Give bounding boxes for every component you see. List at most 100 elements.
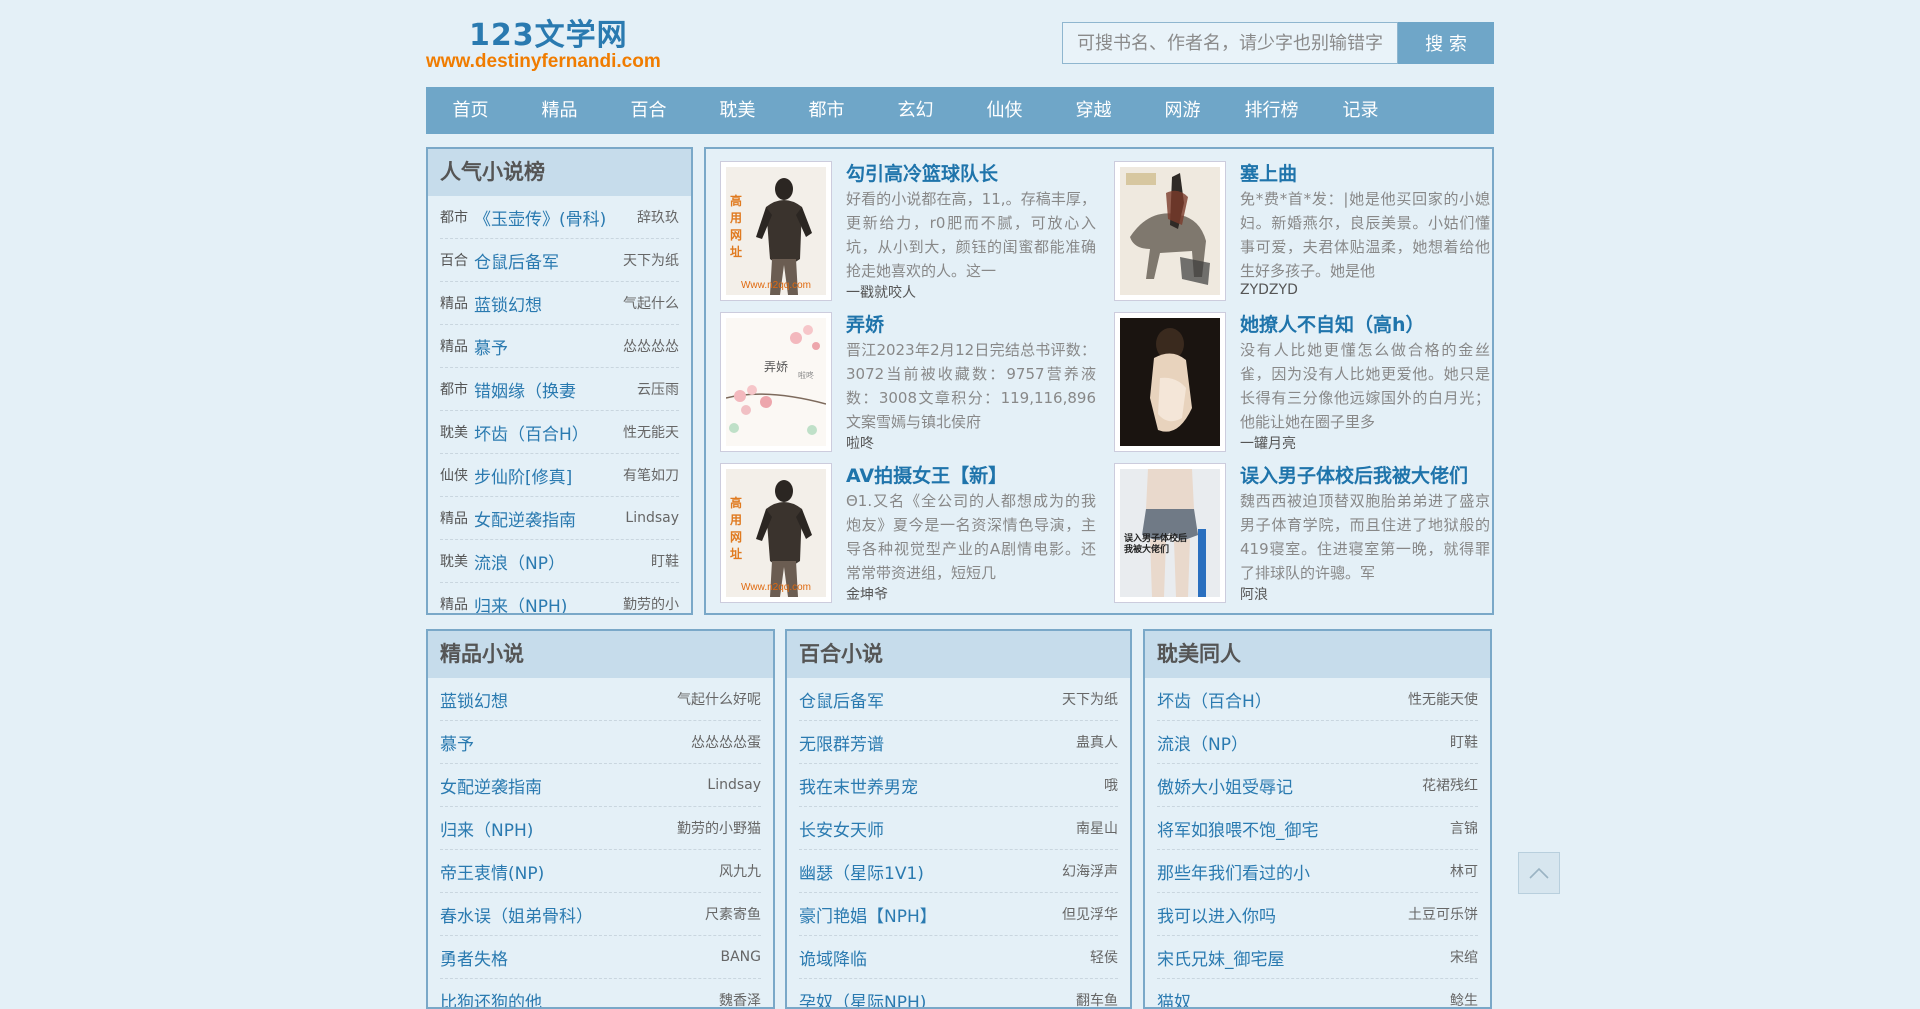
book-description: 好看的小说都在高，11,。存稿丰厚，更新给力，r0肥而不腻，可放心入坑，从小到大…	[846, 187, 1096, 283]
featured-book: 误入男子体校后我被大佬们误入男子体校后我被大佬们魏西西被迫顶替双胞胎弟弟进了盛京…	[1114, 463, 1490, 601]
book-title-link[interactable]: 勇者失格	[440, 945, 508, 970]
author-name: ZYDZYD	[1240, 282, 1298, 298]
book-title-link[interactable]: 她撩人不自知（高h）	[1240, 310, 1425, 337]
book-title-link[interactable]: 宋氏兄妹_御宅屋	[1157, 945, 1285, 970]
column-title: 耽美同人	[1145, 631, 1490, 678]
search-input[interactable]	[1062, 22, 1398, 64]
list-item: 孕奴（星际NPH)翻车鱼	[799, 979, 1118, 1009]
book-title-link[interactable]: 错姻缘（换妻	[474, 377, 576, 402]
book-title-link[interactable]: 女配逆袭指南	[474, 506, 576, 531]
book-title-link[interactable]: 慕予	[440, 730, 474, 755]
search-button[interactable]: 搜 索	[1398, 22, 1494, 64]
nav-item-xianxia[interactable]: 仙侠	[960, 87, 1049, 134]
book-title-link[interactable]: 步仙阶[修真]	[474, 463, 572, 488]
list-item: 春水误（姐弟骨科） 尺素寄鱼	[440, 893, 761, 936]
cover-title-text: 弄娇	[764, 358, 788, 375]
author-name: 林可	[1446, 861, 1478, 881]
site-logo-title[interactable]: 123文学网	[469, 10, 628, 54]
nav-item-home[interactable]: 首页	[426, 87, 515, 134]
book-title-link[interactable]: 慕予	[474, 334, 508, 359]
book-title-link[interactable]: 孕奴（星际NPH)	[799, 988, 926, 1009]
list-item: 耽美坏齿（百合H）性无能天	[440, 411, 679, 454]
book-title-link[interactable]: 仓鼠后备军	[799, 687, 884, 712]
author-name: 一罐月亮	[1240, 433, 1296, 453]
book-cover-image[interactable]: 误入男子体校后我被大佬们	[1114, 463, 1226, 603]
book-title-link[interactable]: 将军如狼喂不饱_御宅	[1157, 816, 1319, 841]
nav-item-baihe[interactable]: 百合	[604, 87, 693, 134]
list-item: 精品归来（NPH)勤劳的小	[440, 583, 679, 615]
book-title-link[interactable]: 流浪（NP）	[1157, 730, 1248, 755]
nav-item-chuanyue[interactable]: 穿越	[1049, 87, 1138, 134]
book-title-link[interactable]: 我在末世养男宠	[799, 773, 918, 798]
search-bar: 搜 索	[1062, 22, 1494, 64]
category-label: 仙侠	[440, 465, 468, 485]
chevron-up-icon	[1528, 866, 1550, 880]
book-title-link[interactable]: 无限群芳谱	[799, 730, 884, 755]
nav-item-history[interactable]: 记录	[1316, 87, 1405, 134]
nav-item-wangyou[interactable]: 网游	[1138, 87, 1227, 134]
main-nav: 首页 精品 百合 耽美 都市 玄幻 仙侠 穿越 网游 排行榜 记录	[426, 87, 1494, 134]
list-item: 仙侠步仙阶[修真]有笔如刀	[440, 454, 679, 497]
book-title-link[interactable]: 豪门艳娼【NPH】	[799, 902, 937, 927]
book-title-link[interactable]: 坏齿（百合H）	[474, 420, 589, 445]
book-cover-image[interactable]: 弄娇 啦咚	[720, 312, 832, 452]
book-title-link[interactable]: 塞上曲	[1240, 159, 1297, 186]
book-cover-image[interactable]: 高用网址 Www.n2qq.com	[720, 161, 832, 301]
list-item: 诡域降临轻侯	[799, 936, 1118, 979]
book-title-link[interactable]: 流浪（NP）	[474, 549, 565, 574]
author-name: 南星山	[1072, 818, 1118, 838]
column-baihe: 百合小说 仓鼠后备军天下为纸无限群芳谱蛊真人我在末世养男宠哦长安女天师南星山幽瑟…	[785, 629, 1132, 1009]
book-title-link[interactable]: 傲娇大小姐受辱记	[1157, 773, 1293, 798]
nav-item-jingpin[interactable]: 精品	[515, 87, 604, 134]
book-title-link[interactable]: 坏齿（百合H）	[1157, 687, 1272, 712]
book-title-link[interactable]: 幽瑟（星际1V1)	[799, 859, 924, 884]
book-title-link[interactable]: 弄娇	[846, 310, 884, 337]
book-title-link[interactable]: 归来（NPH)	[440, 816, 533, 841]
list-item: 耽美流浪（NP）盯鞋	[440, 540, 679, 583]
popular-title: 人气小说榜	[428, 149, 691, 196]
list-item: 猫奴鲶生	[1157, 979, 1478, 1009]
back-to-top-button[interactable]	[1518, 852, 1560, 894]
nav-item-xuanhuan[interactable]: 玄幻	[871, 87, 960, 134]
book-title-link[interactable]: 比狗还狗的他	[440, 988, 542, 1009]
book-title-link[interactable]: 那些年我们看过的小	[1157, 859, 1310, 884]
author-name: 金坤爷	[846, 584, 888, 604]
list-item: 精品慕予怂怂怂怂	[440, 325, 679, 368]
book-cover-image[interactable]	[1114, 312, 1226, 452]
book-cover-image[interactable]	[1114, 161, 1226, 301]
book-title-link[interactable]: 仓鼠后备军	[474, 248, 559, 273]
list-item: 女配逆袭指南Lindsay	[440, 764, 761, 807]
book-title-link[interactable]: 诡域降临	[799, 945, 867, 970]
book-title-link[interactable]: 误入男子体校后我被大佬们	[1240, 461, 1468, 488]
book-title-link[interactable]: 蓝锁幻想	[474, 291, 542, 316]
category-label: 百合	[440, 250, 468, 270]
book-title-link[interactable]: 我可以进入你吗	[1157, 902, 1276, 927]
author-name: 怂怂怂怂蛋	[687, 732, 761, 752]
book-title-link[interactable]: 归来（NPH)	[474, 592, 567, 616]
author-name: 盯鞋	[1446, 732, 1478, 752]
nav-item-ranking[interactable]: 排行榜	[1227, 87, 1316, 134]
book-title-link[interactable]: 女配逆袭指南	[440, 773, 542, 798]
author-name: 天下为纸	[1058, 689, 1118, 709]
nav-item-danmei[interactable]: 耽美	[693, 87, 782, 134]
book-title-link[interactable]: 蓝锁幻想	[440, 687, 508, 712]
author-name: 一戳就咬人	[846, 282, 916, 302]
list-item: 长安女天师 南星山	[799, 807, 1118, 850]
book-title-link[interactable]: 帝王衷情(NP)	[440, 859, 544, 884]
nav-item-dushi[interactable]: 都市	[782, 87, 871, 134]
column-title: 精品小说	[428, 631, 773, 678]
book-title-link[interactable]: 勾引高冷篮球队长	[846, 159, 998, 186]
book-cover-image[interactable]: 高用网址 Www.n2qq.com	[720, 463, 832, 603]
site-logo-url[interactable]: www.destinyfernandi.com	[426, 51, 661, 73]
author-name: 怂怂怂怂	[619, 336, 679, 356]
featured-book: 塞上曲免*费*首*发：|她是他买回家的小媳妇。新婚燕尔，良辰美景。小姑们懂事可爱…	[1114, 161, 1490, 299]
list-item: 宋氏兄妹_御宅屋宋绾	[1157, 936, 1478, 979]
book-title-link[interactable]: 长安女天师	[799, 816, 884, 841]
book-title-link[interactable]: 猫奴	[1157, 988, 1191, 1009]
book-title-link[interactable]: 春水误（姐弟骨科）	[440, 902, 593, 927]
book-title-link[interactable]: 《玉壶传》(骨科)	[474, 205, 606, 230]
list-item: 我可以进入你吗土豆可乐饼	[1157, 893, 1478, 936]
author-name: 尺素寄鱼	[701, 904, 761, 924]
book-description: 没有人比她更懂怎么做合格的金丝雀，因为没有人比她更爱他。她只是长得有三分像他远嫁…	[1240, 338, 1490, 434]
book-title-link[interactable]: AV拍摄女王【新】	[846, 461, 1007, 488]
